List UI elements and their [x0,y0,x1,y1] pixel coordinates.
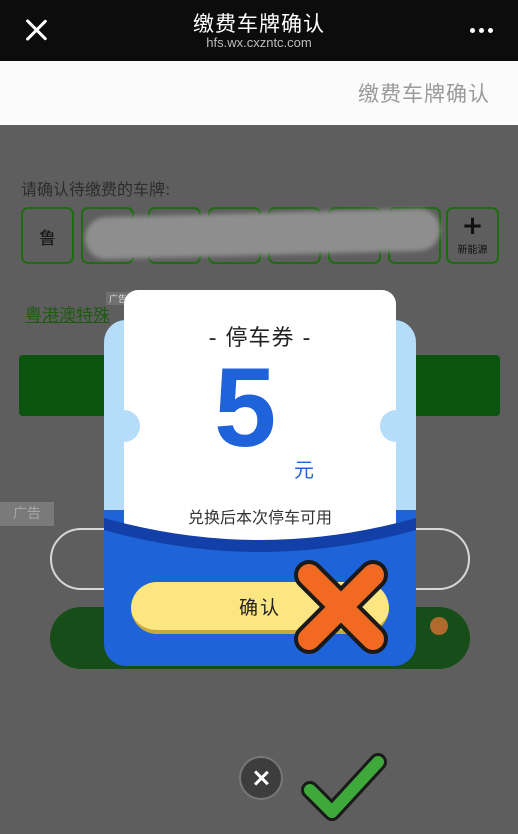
nav-title: 缴费车牌确认 [193,12,325,36]
more-icon[interactable] [470,22,498,38]
ad-dot [430,617,448,635]
ad-link[interactable]: 粤港澳特殊 [25,301,110,326]
check-mark-icon [301,753,387,821]
confirm-label: 确认 [238,597,281,619]
coupon-description: 兑换后本次停车可用 [187,508,332,527]
page-title: 缴费车牌确认 [358,82,490,106]
new-energy-button[interactable]: + 新能源 [446,207,499,264]
plate-prompt: 请确认待缴费的车牌: [21,180,171,199]
coupon-unit: 元 [294,458,314,482]
nav-subtitle: hfs.wx.cxzntc.com [206,35,312,50]
page-header: 缴费车牌确认 [0,61,518,125]
popup-close-button[interactable] [239,756,283,800]
ticket-notch-right [380,410,412,442]
nav-bar: 缴费车牌确认 hfs.wx.cxzntc.com [0,0,518,61]
coupon-amount: 5 [214,345,277,470]
plus-icon: + [461,211,484,241]
ticket-notch-left [108,410,140,442]
plate-province-char: 鲁 [39,229,56,249]
plate-province-box[interactable]: 鲁 [21,207,74,264]
new-energy-label: 新能源 [457,245,488,256]
ad-tag: 广告 [0,502,54,526]
cross-mark-icon [294,560,388,654]
